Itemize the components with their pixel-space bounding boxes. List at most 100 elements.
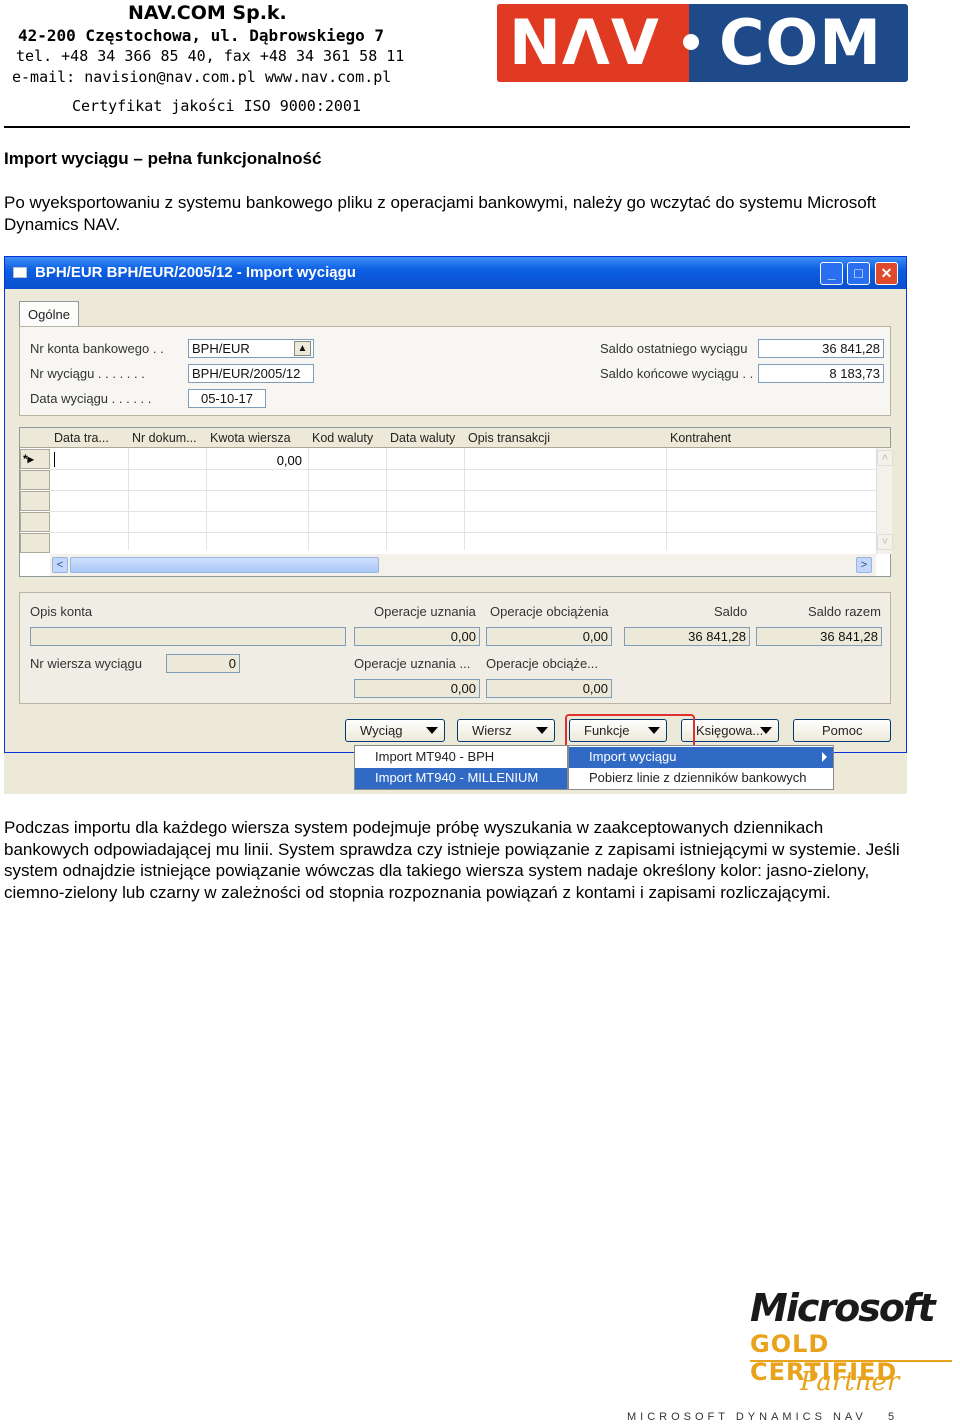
debit-ops2-field: 0,00 <box>486 679 612 698</box>
page-number: 5 <box>887 1411 899 1423</box>
statement-button-label: Wyciąg <box>360 723 403 738</box>
scroll-up-icon[interactable]: ˄ <box>877 450 893 466</box>
iso-certificate: Certyfikat jakości ISO 9000:2001 <box>72 97 361 115</box>
bank-account-field[interactable]: BPH/EUR ▲ <box>188 339 314 358</box>
col-transaction-desc[interactable]: Opis transakcji <box>468 431 550 445</box>
col-counterparty[interactable]: Kontrahent <box>670 431 731 445</box>
lookup-arrow-icon[interactable]: ▲ <box>294 341 311 356</box>
functions-menu: Import wyciągu Pobierz linie z dziennikó… <box>568 745 834 790</box>
navcom-logo: NΛV COM <box>497 4 908 82</box>
statement-date-field[interactable]: 05-10-17 <box>188 389 266 408</box>
grid-col-line <box>308 448 309 550</box>
debit-ops-label: Operacje obciążenia <box>490 604 609 619</box>
scroll-right-icon[interactable]: > <box>856 557 872 573</box>
posting-button[interactable]: Księgowa... <box>681 719 779 742</box>
row-selector[interactable] <box>20 491 50 511</box>
line-no-label: Nr wiersza wyciągu <box>30 656 142 671</box>
menu-item-import-millenium[interactable]: Import MT940 - MILLENIUM <box>355 768 567 789</box>
menu-item-import-statement[interactable]: Import wyciągu <box>569 747 833 768</box>
chevron-down-icon <box>760 727 772 734</box>
statement-date-label: Data wyciągu . . . . . . <box>30 391 152 406</box>
menu-item-import-statement-label: Import wyciągu <box>589 749 677 764</box>
grid-col-line <box>386 448 387 550</box>
page-footer: MICROSOFT DYNAMICS NAV 5 <box>627 1411 898 1423</box>
window-icon <box>13 267 27 278</box>
scroll-down-icon[interactable]: ˅ <box>877 534 893 550</box>
grid-header: Data tra... Nr dokum... Kwota wiersza Ko… <box>20 428 890 448</box>
microsoft-gold-partner-logo: Microsoft GOLD CERTIFIED Partner <box>750 1286 955 1401</box>
ending-balance-label: Saldo końcowe wyciągu . . <box>600 366 754 381</box>
maximize-button[interactable]: □ <box>847 262 870 285</box>
line-button[interactable]: Wiersz <box>457 719 555 742</box>
col-line-amount[interactable]: Kwota wiersza <box>210 431 291 445</box>
bank-account-label: Nr konta bankowego . . <box>30 341 164 356</box>
footer-text: MICROSOFT DYNAMICS NAV <box>627 1411 867 1423</box>
credit-ops-field: 0,00 <box>354 627 480 646</box>
horizontal-scrollbar[interactable]: < > <box>50 554 876 576</box>
close-button[interactable]: ✕ <box>875 262 898 285</box>
last-balance-label: Saldo ostatniego wyciągu <box>600 341 748 356</box>
ending-balance-field[interactable]: 8 183,73 <box>758 364 884 383</box>
company-name: NAV.COM Sp.k. <box>128 2 287 24</box>
logo-dot <box>683 34 699 50</box>
row-selector[interactable] <box>20 470 50 490</box>
statement-button[interactable]: Wyciąg <box>345 719 445 742</box>
import-window: BPH/EUR BPH/EUR/2005/12 - Import wyciągu… <box>4 256 907 770</box>
line-button-label: Wiersz <box>472 723 512 738</box>
row-selector[interactable] <box>20 512 50 532</box>
text-cursor <box>54 452 55 467</box>
debit-ops2-label: Operacje obciąże... <box>486 656 599 671</box>
vertical-scrollbar[interactable]: ˄ ˅ <box>876 448 893 554</box>
grid-col-line <box>666 448 667 550</box>
statement-no-label: Nr wyciągu . . . . . . . <box>30 366 145 381</box>
company-address: 42-200 Częstochowa, ul. Dąbrowskiego 7 <box>18 26 385 45</box>
import-format-menu: Import MT940 - BPH Import MT940 - MILLEN… <box>354 745 568 790</box>
submenu-arrow-icon <box>822 752 827 762</box>
total-balance-label: Saldo razem <box>808 604 881 619</box>
bank-account-value: BPH/EUR <box>192 341 250 356</box>
intro-paragraph: Po wyeksportowaniu z systemu bankowego p… <box>4 193 877 234</box>
posting-button-label: Księgowa... <box>696 723 764 738</box>
account-desc-label: Opis konta <box>30 604 93 619</box>
scroll-thumb[interactable] <box>70 557 379 573</box>
minimize-button[interactable]: _ <box>820 262 843 285</box>
section-title: Import wyciągu – pełna funkcjonalność <box>4 149 322 168</box>
balance-field: 36 841,28 <box>624 627 750 646</box>
row-selector[interactable] <box>20 533 50 553</box>
menu-item-get-lines[interactable]: Pobierz linie z dzienników bankowych <box>569 768 833 789</box>
balance-label: Saldo <box>714 604 748 619</box>
credit-ops-label: Operacje uznania <box>374 604 476 619</box>
scroll-left-icon[interactable]: < <box>52 557 68 573</box>
general-panel: Nr konta bankowego . . BPH/EUR ▲ Nr wyci… <box>19 326 891 416</box>
credit-ops2-label: Operacje uznania ... <box>354 656 471 671</box>
col-transaction-date[interactable]: Data tra... <box>54 431 109 445</box>
grid-col-line <box>206 448 207 550</box>
logo-com-text: COM <box>719 6 882 79</box>
badge-divider <box>750 1360 952 1362</box>
company-email-web: e-mail: navision@nav.com.pl www.nav.com.… <box>12 68 392 86</box>
new-row-marker: *▸ <box>23 452 34 466</box>
help-button[interactable]: Pomoc <box>793 719 891 742</box>
grid-col-line <box>128 448 129 550</box>
col-document-no[interactable]: Nr dokum... <box>132 431 197 445</box>
company-phone: tel. +48 34 366 85 40, fax +48 34 361 58… <box>16 47 405 65</box>
account-desc-field <box>30 627 346 646</box>
last-balance-field[interactable]: 36 841,28 <box>758 339 884 358</box>
col-currency-code[interactable]: Kod waluty <box>312 431 373 445</box>
credit-ops2-field: 0,00 <box>354 679 480 698</box>
window-titlebar: BPH/EUR BPH/EUR/2005/12 - Import wyciągu… <box>5 257 906 289</box>
badge-line-3: Partner <box>800 1367 900 1397</box>
logo-nav-text: NΛV <box>509 6 660 79</box>
badge-line-1: Microsoft <box>750 1286 936 1330</box>
chevron-down-icon <box>426 727 438 734</box>
window-title: BPH/EUR BPH/EUR/2005/12 - Import wyciągu <box>35 264 356 281</box>
statement-no-field[interactable]: BPH/EUR/2005/12 <box>188 364 314 383</box>
tab-general[interactable]: Ogólne <box>19 301 79 327</box>
first-row-amount[interactable]: 0,00 <box>240 453 302 468</box>
total-balance-field: 36 841,28 <box>756 627 882 646</box>
lines-grid: Data tra... Nr dokum... Kwota wiersza Ko… <box>19 427 893 577</box>
header-divider <box>4 126 910 128</box>
chevron-down-icon <box>536 727 548 734</box>
col-currency-date[interactable]: Data waluty <box>390 431 455 445</box>
menu-item-import-bph[interactable]: Import MT940 - BPH <box>355 747 567 768</box>
